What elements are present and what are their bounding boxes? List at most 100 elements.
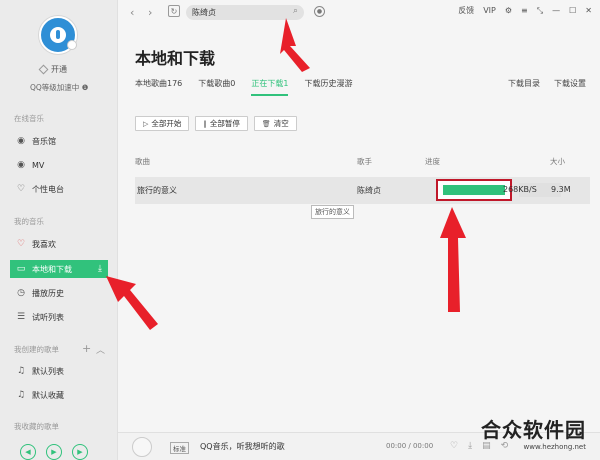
song-title[interactable]: 旅行的意义 <box>137 185 177 196</box>
song-tooltip: 旅行的意义 <box>311 205 354 219</box>
download-actions: ▷ 全部开始 ‖ 全部暂停 🗑 清空 <box>135 116 297 131</box>
refresh-icon[interactable]: ↻ <box>168 5 180 17</box>
search-icon[interactable]: ⌕ <box>293 6 298 16</box>
download-links: 下载目录 下载设置 <box>508 78 586 89</box>
pause-icon: ‖ <box>203 119 207 128</box>
back-icon[interactable]: ‹ <box>130 6 134 19</box>
qq-music-logo-icon <box>50 27 66 43</box>
open-vip-link[interactable]: 开通 <box>38 64 67 75</box>
clear-button[interactable]: 🗑 清空 <box>253 116 297 131</box>
watermark-url: www.hezhong.net <box>523 443 587 451</box>
quality-badge[interactable]: 标准 <box>170 442 189 454</box>
sidebar-item-label: 我喜欢 <box>32 239 56 249</box>
monitor-icon: ▭ <box>16 264 26 274</box>
avatar[interactable] <box>39 16 77 54</box>
top-bar: ‹ › ↻ ⌕ ● 反馈 VIP ⚙ ≡ ⤡ — ☐ ✕ <box>118 0 600 26</box>
watermark: 合众软件园 www.hezhong.net <box>481 414 586 451</box>
sidebar-item-label: MV <box>32 160 45 170</box>
menu-icon[interactable]: ≡ <box>521 6 528 15</box>
sidebar-item-label: 默认列表 <box>32 366 64 376</box>
tab-local-songs[interactable]: 本地歌曲176 <box>135 78 182 96</box>
sidebar-item-favorites[interactable]: ♡ 我喜欢 <box>10 235 108 253</box>
forward-icon[interactable]: › <box>148 6 152 19</box>
diamond-icon <box>38 64 49 75</box>
open-vip-label: 开通 <box>51 65 67 74</box>
search-input[interactable] <box>192 8 282 17</box>
sidebar-item-trial-list[interactable]: ☰ 试听列表 <box>10 308 108 326</box>
sidebar-item-default-list[interactable]: ♫ 默认列表 <box>10 362 108 380</box>
page-title: 本地和下载 <box>135 49 216 68</box>
minimize-icon[interactable]: — <box>552 6 560 15</box>
watermark-title: 合众软件园 <box>481 418 586 442</box>
clock-icon: ◷ <box>17 288 25 298</box>
download-icon: ⤓ <box>98 264 102 274</box>
header-artist: 歌手 <box>357 157 372 166</box>
collapse-icon[interactable]: ︿ <box>96 343 105 356</box>
file-size: 9.3M <box>551 185 571 194</box>
section-collected-playlists: 我收藏的歌单 <box>14 422 59 431</box>
sidebar-item-label: 音乐馆 <box>32 136 56 146</box>
download-settings-link[interactable]: 下载设置 <box>554 78 586 89</box>
settings-icon[interactable]: ⚙ <box>505 6 512 15</box>
feedback-link[interactable]: 反馈 <box>458 5 474 16</box>
mini-mode-icon[interactable]: ⤡ <box>537 6 543 16</box>
download-directory-link[interactable]: 下载目录 <box>508 78 540 89</box>
sidebar-item-history[interactable]: ◷ 播放历史 <box>10 284 108 302</box>
next-icon[interactable]: ▶ <box>72 444 88 460</box>
window-controls: 反馈 VIP ⚙ ≡ ⤡ — ☐ ✕ <box>458 5 592 16</box>
tab-downloaded-songs[interactable]: 下载歌曲0 <box>198 78 235 96</box>
maximize-icon[interactable]: ☐ <box>569 6 576 15</box>
header-song: 歌曲 <box>135 157 150 166</box>
start-all-label: 全部开始 <box>151 119 182 128</box>
sidebar: 开通 QQ等级加速中 ❶ 在线音乐 ◉ 音乐馆 ◉ MV ♡ 个性电台 我的音乐… <box>0 0 118 460</box>
close-icon[interactable]: ✕ <box>585 6 592 15</box>
playlist-icon: ☰ <box>16 312 26 322</box>
note-icon: ♫ <box>16 366 26 376</box>
download-tabs: 本地歌曲176 下载歌曲0 正在下载1 下载历史漫游 <box>135 78 352 96</box>
heart-icon: ♡ <box>16 239 26 249</box>
voice-search-icon[interactable]: ● <box>314 6 325 17</box>
qq-level-status[interactable]: QQ等级加速中 ❶ <box>30 82 88 93</box>
radio-icon: ♡ <box>16 184 26 194</box>
section-online-music: 在线音乐 <box>14 114 44 123</box>
clear-label: 清空 <box>273 119 289 128</box>
table-row[interactable]: 旅行的意义 陈绮贞 268KB/S 9.3M <box>135 177 590 204</box>
tab-downloading[interactable]: 正在下载1 <box>251 78 289 96</box>
sidebar-item-label: 默认收藏 <box>32 390 64 400</box>
note-icon: ♫ <box>16 390 26 400</box>
sidebar-item-music-hall[interactable]: ◉ 音乐馆 <box>10 132 108 150</box>
header-size: 大小 <box>550 157 565 166</box>
sidebar-item-label: 个性电台 <box>32 184 64 194</box>
sidebar-item-label: 本地和下载 <box>32 264 72 274</box>
album-cover[interactable] <box>132 437 152 457</box>
sidebar-item-radio[interactable]: ♡ 个性电台 <box>10 180 108 198</box>
section-my-music: 我的音乐 <box>14 217 44 226</box>
mv-icon: ◉ <box>17 160 25 170</box>
download-icon[interactable]: ⤓ <box>468 441 472 451</box>
play-icon: ▷ <box>143 119 149 128</box>
qq-music-window: 开通 QQ等级加速中 ❶ 在线音乐 ◉ 音乐馆 ◉ MV ♡ 个性电台 我的音乐… <box>0 0 600 460</box>
sidebar-item-local-download[interactable]: ▭ 本地和下载 ⤓ <box>10 260 108 278</box>
vip-link[interactable]: VIP <box>483 6 496 15</box>
sidebar-item-label: 播放历史 <box>32 288 64 298</box>
like-icon[interactable]: ♡ <box>450 441 458 451</box>
music-hall-icon: ◉ <box>17 136 25 146</box>
notification-dot <box>67 40 77 50</box>
header-progress: 进度 <box>425 157 440 166</box>
add-playlist-icon[interactable]: + <box>82 342 91 355</box>
table-header: 歌曲 歌手 进度 大小 <box>135 156 590 168</box>
prev-icon[interactable]: ◀ <box>20 444 36 460</box>
section-created-playlists: 我创建的歌单 <box>14 345 59 354</box>
now-playing-text: QQ音乐，听我想听的歌 <box>200 442 285 451</box>
trash-icon: 🗑 <box>261 119 271 128</box>
pause-all-button[interactable]: ‖ 全部暂停 <box>195 116 248 131</box>
search-box[interactable]: ⌕ <box>186 5 304 20</box>
tab-download-history[interactable]: 下载历史漫游 <box>304 78 352 96</box>
artist-name[interactable]: 陈绮贞 <box>357 185 381 196</box>
pause-all-label: 全部暂停 <box>209 119 240 128</box>
sidebar-item-default-favorites[interactable]: ♫ 默认收藏 <box>10 386 108 404</box>
play-icon[interactable]: ▶ <box>46 444 62 460</box>
sidebar-item-mv[interactable]: ◉ MV <box>10 156 108 174</box>
progress-fill <box>443 185 505 195</box>
start-all-button[interactable]: ▷ 全部开始 <box>135 116 190 131</box>
